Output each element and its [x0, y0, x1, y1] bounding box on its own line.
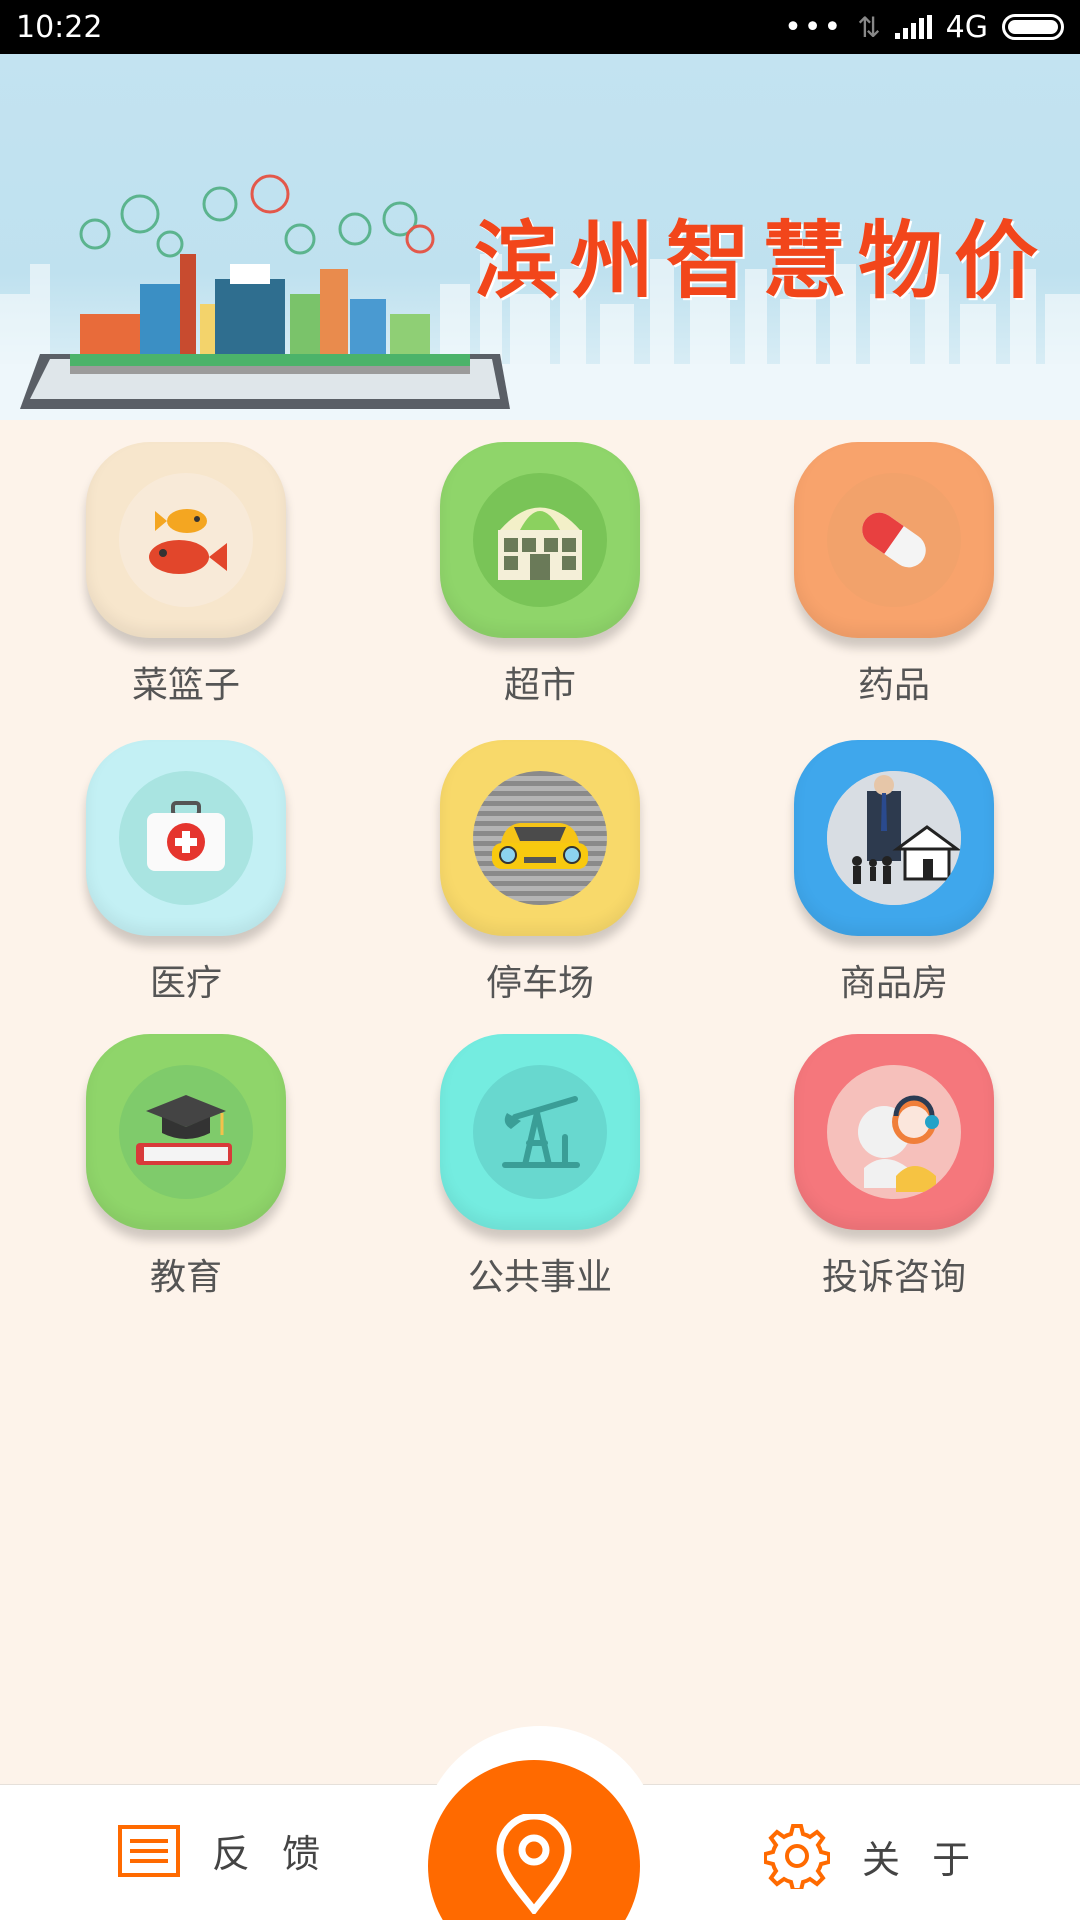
- tile-background: [794, 442, 994, 638]
- about-button[interactable]: 关 于: [764, 1823, 980, 1889]
- category-education[interactable]: 教育: [66, 1034, 306, 1300]
- tile-background: [86, 1034, 286, 1230]
- fish-icon: [119, 473, 253, 607]
- tile-background: [440, 1034, 640, 1230]
- category-label: 停车场: [485, 963, 594, 1004]
- status-bar: 10:22 ••• ⇅ 4G: [0, 0, 1080, 54]
- graduation-book-icon: [119, 1065, 253, 1199]
- category-label: 医疗: [149, 963, 222, 1004]
- tile-background: [86, 442, 286, 638]
- house-businessman-icon: [827, 771, 961, 905]
- battery-icon: [1002, 14, 1064, 40]
- tile-background: [440, 740, 640, 936]
- app-title: 滨州智慧物价: [473, 211, 1050, 310]
- tile-background: [794, 1034, 994, 1230]
- pill-icon: [827, 473, 961, 607]
- status-icons: ••• ⇅ 4G: [784, 10, 1064, 45]
- category-public-utilities[interactable]: 公共事业: [420, 1034, 660, 1300]
- signal-icon: [894, 15, 932, 39]
- category-supermarket[interactable]: 超市: [420, 442, 660, 708]
- category-vegetable-basket[interactable]: 菜篮子: [66, 442, 306, 708]
- category-label: 药品: [857, 665, 930, 706]
- network-type: 4G: [945, 9, 988, 45]
- car-icon: [473, 771, 607, 905]
- feedback-button[interactable]: 反 馈: [118, 1823, 330, 1878]
- location-pin-icon: [496, 1814, 572, 1914]
- category-label: 菜篮子: [131, 665, 240, 706]
- category-label: 投诉咨询: [821, 1257, 966, 1298]
- tile-background: [440, 442, 640, 638]
- more-dots-icon: •••: [784, 9, 844, 45]
- category-label: 商品房: [839, 963, 948, 1004]
- data-transfer-icon: ⇅: [857, 10, 881, 44]
- tile-background: [86, 740, 286, 936]
- category-complaint-consulting[interactable]: 投诉咨询: [774, 1034, 1014, 1300]
- list-doc-icon: [118, 1824, 180, 1877]
- category-medicine[interactable]: 药品: [774, 442, 1014, 708]
- category-label: 教育: [149, 1257, 222, 1298]
- category-label: 超市: [503, 665, 576, 706]
- feedback-label: 反 馈: [212, 1832, 331, 1876]
- gear-icon: [764, 1824, 830, 1889]
- category-parking[interactable]: 停车场: [420, 740, 660, 1006]
- category-housing[interactable]: 商品房: [774, 740, 1014, 1006]
- tile-background: [794, 740, 994, 936]
- category-label: 公共事业: [467, 1257, 612, 1298]
- headset-support-icon: [827, 1065, 961, 1199]
- oil-pump-icon: [473, 1065, 607, 1199]
- medical-kit-icon: [119, 771, 253, 905]
- status-time: 10:22: [16, 9, 103, 45]
- category-medical[interactable]: 医疗: [66, 740, 306, 1006]
- header-banner: 滨州智慧物价: [0, 54, 1080, 420]
- about-label: 关 于: [862, 1837, 981, 1882]
- supermarket-icon: [473, 473, 607, 607]
